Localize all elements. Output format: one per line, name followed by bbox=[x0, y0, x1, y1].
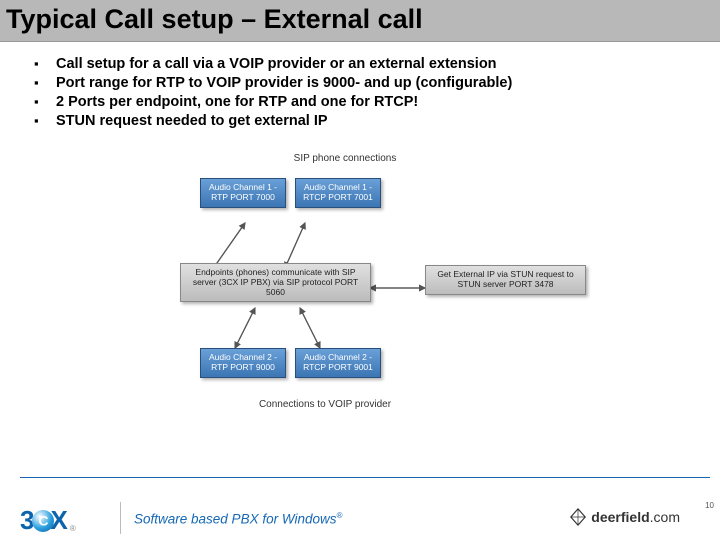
bullet-item: Call setup for a call via a VOIP provide… bbox=[34, 56, 720, 72]
deerfield-icon bbox=[569, 508, 587, 526]
diagram-container: SIP phone connections Audio Channel 1 - … bbox=[170, 153, 598, 423]
box-audio2-rtcp: Audio Channel 2 - RTCP PORT 9001 bbox=[295, 348, 381, 378]
page-number: 10 bbox=[705, 501, 714, 510]
diagram-top-label: SIP phone connections bbox=[270, 153, 420, 164]
box-audio1-rtp: Audio Channel 1 - RTP PORT 7000 bbox=[200, 178, 286, 208]
bullet-item: Port range for RTP to VOIP provider is 9… bbox=[34, 75, 720, 91]
box-audio1-rtcp: Audio Channel 1 - RTCP PORT 7001 bbox=[295, 178, 381, 208]
bullet-item: 2 Ports per endpoint, one for RTP and on… bbox=[34, 94, 720, 110]
footer-tagline: Software based PBX for Windows® bbox=[134, 511, 342, 527]
bullet-item: STUN request needed to get external IP bbox=[34, 113, 720, 129]
bullet-list: Call setup for a call via a VOIP provide… bbox=[34, 56, 720, 129]
logo-c-icon bbox=[32, 510, 54, 532]
box-audio2-rtp: Audio Channel 2 - RTP PORT 9000 bbox=[200, 348, 286, 378]
logo-reg: ® bbox=[70, 524, 76, 533]
footer-divider bbox=[120, 502, 121, 534]
box-sip-server: Endpoints (phones) communicate with SIP … bbox=[180, 263, 371, 302]
box-stun: Get External IP via STUN request to STUN… bbox=[425, 265, 586, 295]
diagram-bottom-label: Connections to VOIP provider bbox=[250, 399, 400, 410]
slide-title: Typical Call setup – External call bbox=[0, 0, 720, 42]
deerfield-logo: deerfield.com bbox=[569, 508, 680, 526]
logo-3cx: 3 X ® bbox=[20, 505, 76, 536]
